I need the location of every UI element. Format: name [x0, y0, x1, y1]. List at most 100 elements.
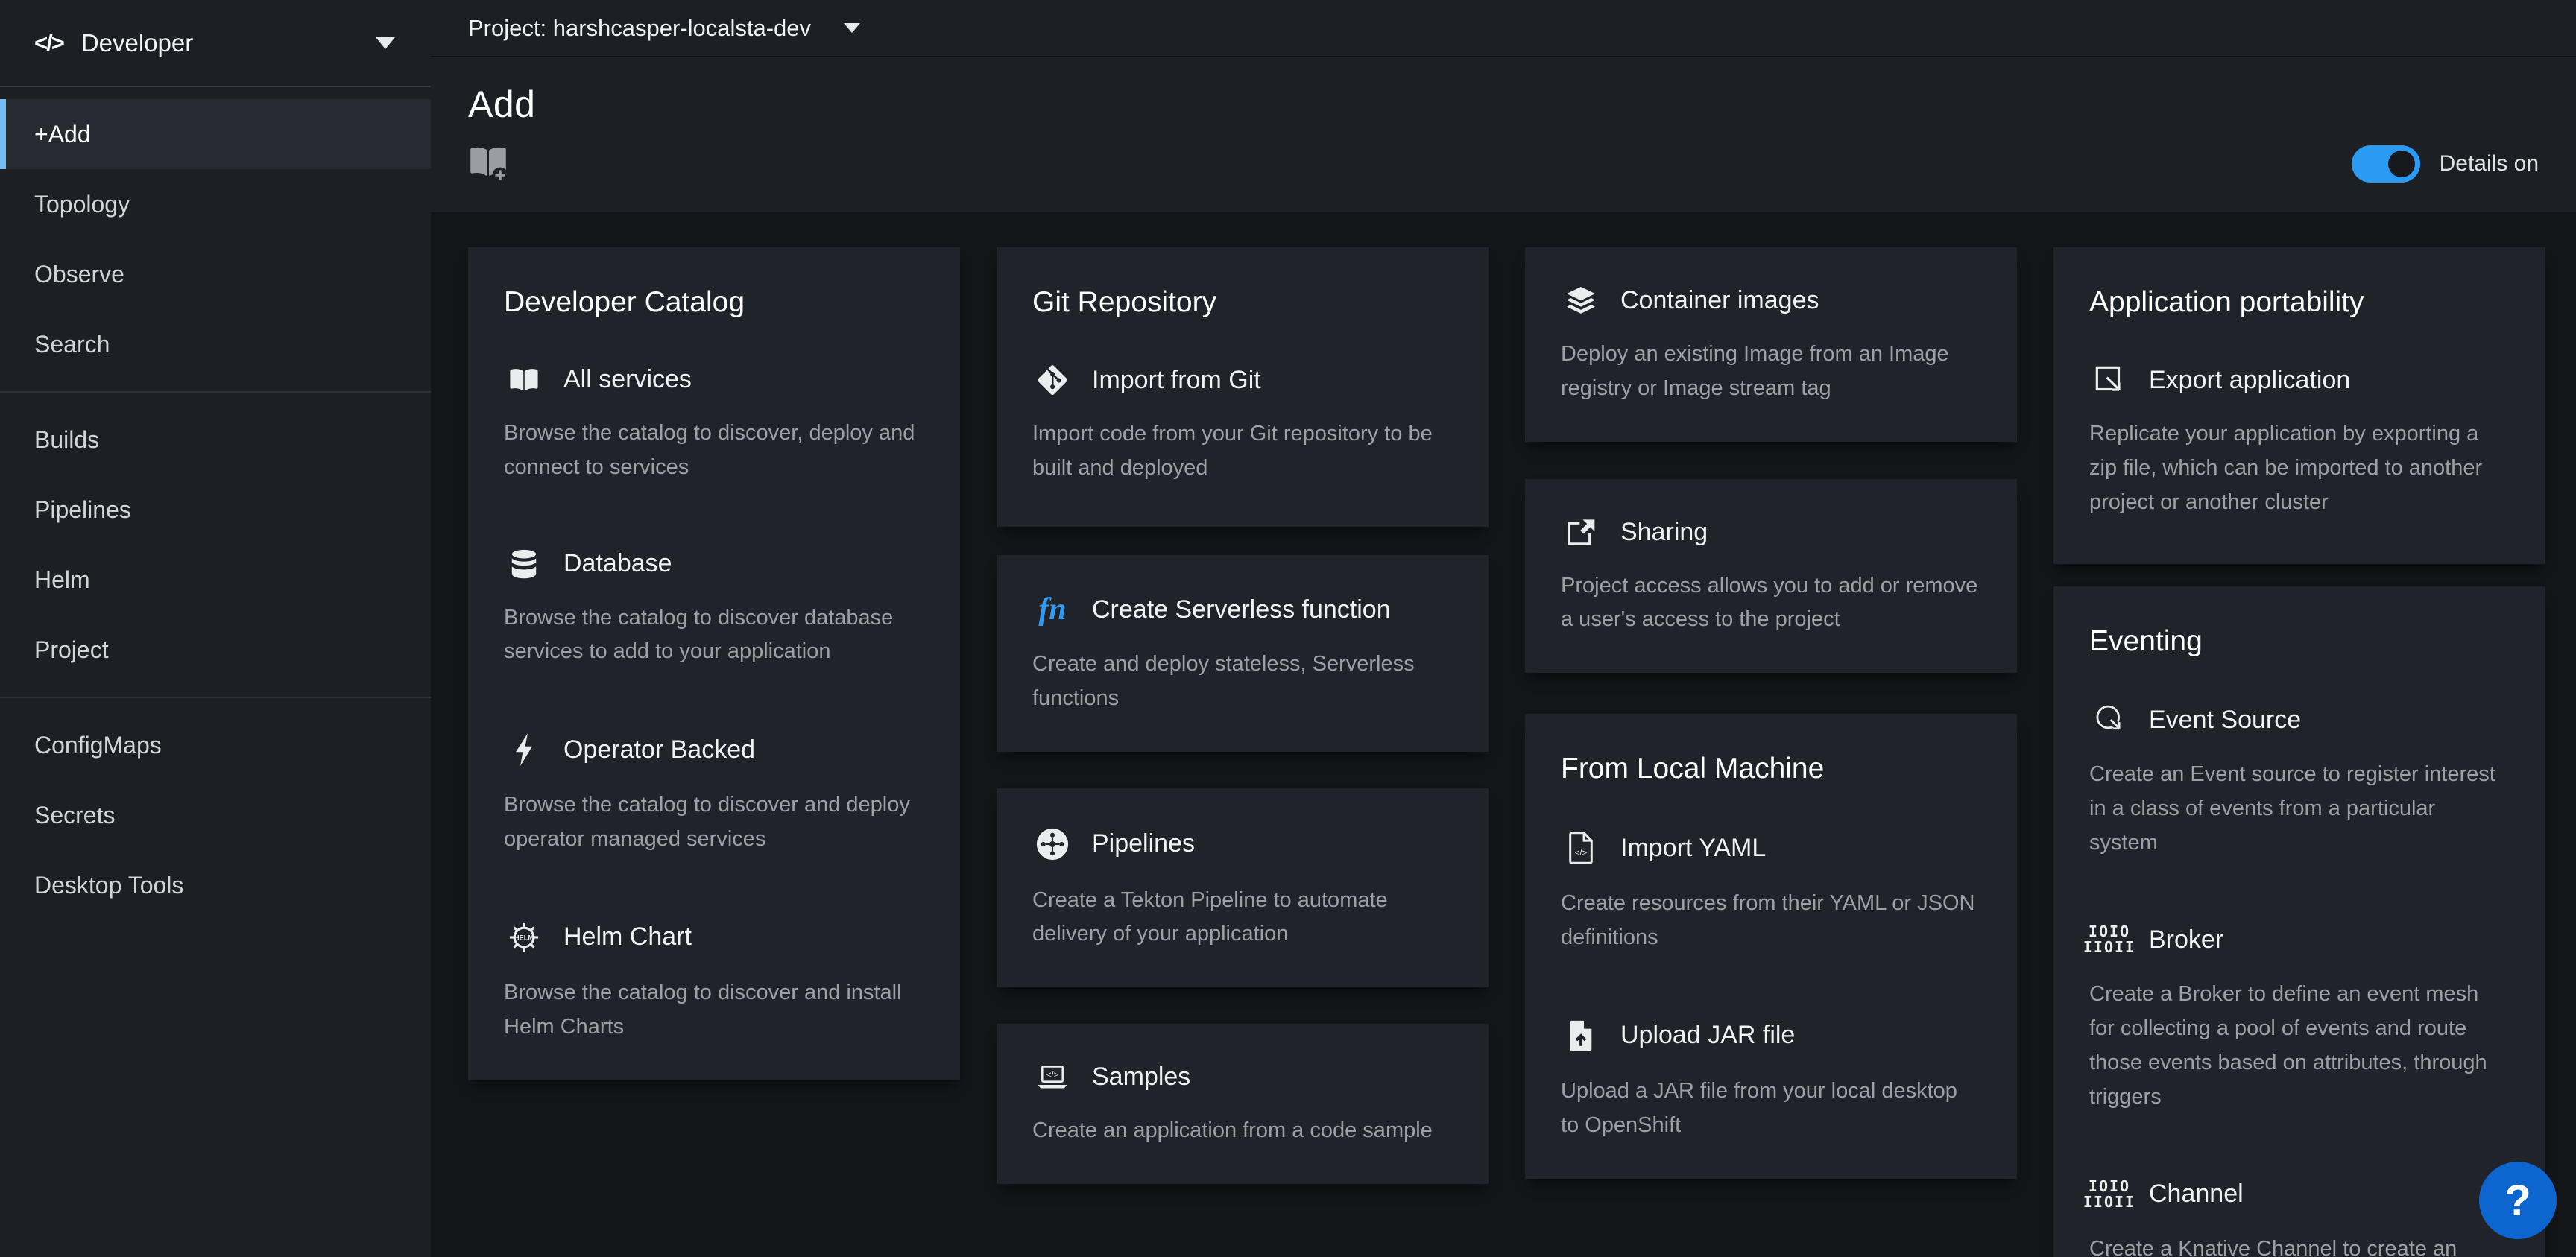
export-icon: [2089, 365, 2130, 395]
broker-icon: IOIOIIOII: [2089, 924, 2130, 955]
add-item-pipelines[interactable]: Pipelines Create a Tekton Pipeline to aut…: [1032, 827, 1453, 952]
catalog-card: </>SamplesCreate an application from a c…: [997, 1024, 1489, 1184]
item-title: Database: [564, 549, 672, 578]
item-title: Import YAML: [1620, 834, 1766, 863]
add-item-import-yaml[interactable]: </> Import YAML Create resources from thei…: [1561, 832, 1981, 955]
database-icon: [504, 549, 544, 579]
pipelines-icon: [1032, 827, 1073, 861]
helm-icon: HELM: [504, 921, 544, 954]
item-description: Create an Event source to register inter…: [2089, 758, 2510, 860]
item-title: Create Serverless function: [1092, 595, 1391, 624]
sidebar-item-builds[interactable]: Builds: [0, 405, 431, 475]
card-column: Container images Deploy an existing Image…: [1525, 247, 2017, 1179]
share-icon: [1561, 518, 1601, 546]
svg-text:</>: </>: [1575, 849, 1588, 858]
add-item-event-source[interactable]: Event Source Create an Event source to re…: [2089, 704, 2510, 860]
item-description: Deploy an existing Image from an Image r…: [1561, 338, 1981, 406]
item-title: Import from Git: [1092, 366, 1261, 395]
catalog-card: Git RepositoryImport from GitImport code…: [997, 247, 1489, 527]
item-description: Browse the catalog to discover and deplo…: [504, 788, 924, 857]
item-title: Channel: [2149, 1180, 2244, 1209]
add-item-sharing[interactable]: Sharing Project access allows you to add …: [1561, 518, 1981, 638]
card-title: Eventing: [2089, 625, 2510, 658]
item-description: Replicate your application by exporting …: [2089, 417, 2510, 519]
sidebar-item-topology[interactable]: Topology: [0, 169, 431, 239]
catalog-card: Developer Catalog All servicesBrowse the …: [468, 247, 960, 1080]
sidebar-item-desktop-tools[interactable]: Desktop Tools: [0, 850, 431, 920]
add-item-container-images[interactable]: Container images Deploy an existing Image…: [1561, 286, 1981, 406]
item-title: Sharing: [1620, 518, 1708, 547]
page-header: Add Details on: [431, 57, 2576, 212]
help-button[interactable]: ?: [2479, 1162, 2557, 1239]
item-description: Browse the catalog to discover and insta…: [504, 976, 924, 1045]
perspective-switcher[interactable]: </> Developer: [0, 0, 431, 87]
project-selector[interactable]: Project: harshcasper-localsta-dev: [468, 15, 860, 42]
details-toggle[interactable]: [2352, 145, 2420, 183]
sidebar-item-project[interactable]: Project: [0, 615, 431, 685]
add-cards-grid: Developer Catalog All servicesBrowse the …: [431, 212, 2576, 1257]
card-title: Developer Catalog: [504, 286, 924, 319]
item-title: Pipelines: [1092, 829, 1195, 858]
page-title: Add: [468, 83, 2539, 126]
add-item-create-serverless-function[interactable]: fnCreate Serverless functionCreate and d…: [1032, 594, 1453, 716]
add-item-helm-chart[interactable]: HELM Helm Chart Browse the catalog to disc…: [504, 921, 924, 1045]
item-description: Browse the catalog to discover database …: [504, 601, 924, 670]
toggle-knob: [2388, 151, 2415, 177]
code-icon: </>: [34, 30, 63, 57]
add-item-channel[interactable]: IOIOIIOIIChannelCreate a Knative Channel…: [2089, 1179, 2510, 1257]
card-column: Application portabilityExport applicatio…: [2053, 247, 2545, 1257]
catalog-card: Application portabilityExport applicatio…: [2053, 247, 2545, 564]
sidebar-nav: +AddTopologyObserveSearch BuildsPipelines…: [0, 87, 431, 1257]
item-description: Browse the catalog to discover, deploy a…: [504, 417, 924, 485]
sidebar-item-search[interactable]: Search: [0, 309, 431, 379]
catalog-card: Eventing Event Source Create an Event sour…: [2053, 586, 2545, 1257]
add-item-import-from-git[interactable]: Import from Git Import code from your Git…: [1032, 365, 1453, 486]
app-root: </> Developer +AddTopologyObserveSearch B…: [0, 0, 2576, 1257]
book-icon: [504, 367, 544, 393]
item-description: Project access allows you to add or remo…: [1561, 569, 1981, 638]
sidebar-item-pipelines[interactable]: Pipelines: [0, 475, 431, 545]
perspective-label: Developer: [81, 29, 193, 57]
item-title: Samples: [1092, 1063, 1190, 1092]
catalog-card: Container images Deploy an existing Image…: [1525, 247, 2017, 442]
add-item-upload-jar-file[interactable]: Upload JAR fileUpload a JAR file from yo…: [1561, 1019, 1981, 1143]
event-source-icon: [2089, 704, 2130, 735]
add-item-operator-backed[interactable]: Operator Backed Browse the catalog to dis…: [504, 733, 924, 857]
item-title: Broker: [2149, 925, 2223, 954]
sidebar-item-configmaps[interactable]: ConfigMaps: [0, 710, 431, 780]
help-button-label: ?: [2504, 1176, 2531, 1226]
add-item-samples[interactable]: </>SamplesCreate an application from a c…: [1032, 1063, 1453, 1148]
svg-text:HELM: HELM: [514, 934, 534, 942]
main-area: Project: harshcasper-localsta-dev Add: [431, 0, 2576, 1257]
item-description: Upload a JAR file from your local deskto…: [1561, 1074, 1981, 1143]
item-description: Create a Broker to define an event mesh …: [2089, 978, 2510, 1114]
chevron-down-icon: [844, 23, 860, 33]
item-title: Helm Chart: [564, 922, 692, 952]
item-description: Create a Tekton Pipeline to automate del…: [1032, 884, 1453, 952]
sidebar-item-observe[interactable]: Observe: [0, 239, 431, 309]
add-item-database[interactable]: Database Browse the catalog to discover d…: [504, 549, 924, 670]
add-item-export-application[interactable]: Export application Replicate your applica…: [2089, 365, 2510, 519]
sidebar-item-add[interactable]: +Add: [0, 99, 431, 169]
item-description: Create and deploy stateless, Serverless …: [1032, 648, 1453, 716]
upload-file-icon: [1561, 1019, 1601, 1052]
item-title: Operator Backed: [564, 735, 755, 764]
item-title: Container images: [1620, 286, 1819, 315]
item-title: Export application: [2149, 366, 2350, 395]
item-title: Event Source: [2149, 706, 2301, 735]
details-toggle-label: Details on: [2440, 151, 2539, 177]
card-title: From Local Machine: [1561, 753, 1981, 785]
samples-laptop-icon: </>: [1032, 1065, 1073, 1090]
sidebar-item-helm[interactable]: Helm: [0, 545, 431, 615]
add-item-all-services[interactable]: All servicesBrowse the catalog to discov…: [504, 365, 924, 485]
card-column: Git RepositoryImport from GitImport code…: [997, 247, 1489, 1184]
project-selector-label: Project: harshcasper-localsta-dev: [468, 15, 811, 42]
item-description: Create resources from their YAML or JSON…: [1561, 887, 1981, 955]
git-icon: [1032, 365, 1073, 395]
catalog-card: fnCreate Serverless functionCreate and d…: [997, 555, 1489, 752]
sidebar-item-secrets[interactable]: Secrets: [0, 780, 431, 850]
topbar: Project: harshcasper-localsta-dev: [431, 0, 2576, 57]
catalog-card: From Local Machine </> Import YAML Create r…: [1525, 714, 2017, 1178]
item-description: Import code from your Git repository to …: [1032, 417, 1453, 486]
add-item-broker[interactable]: IOIOIIOII Broker Create a Broker to define…: [2089, 924, 2510, 1114]
